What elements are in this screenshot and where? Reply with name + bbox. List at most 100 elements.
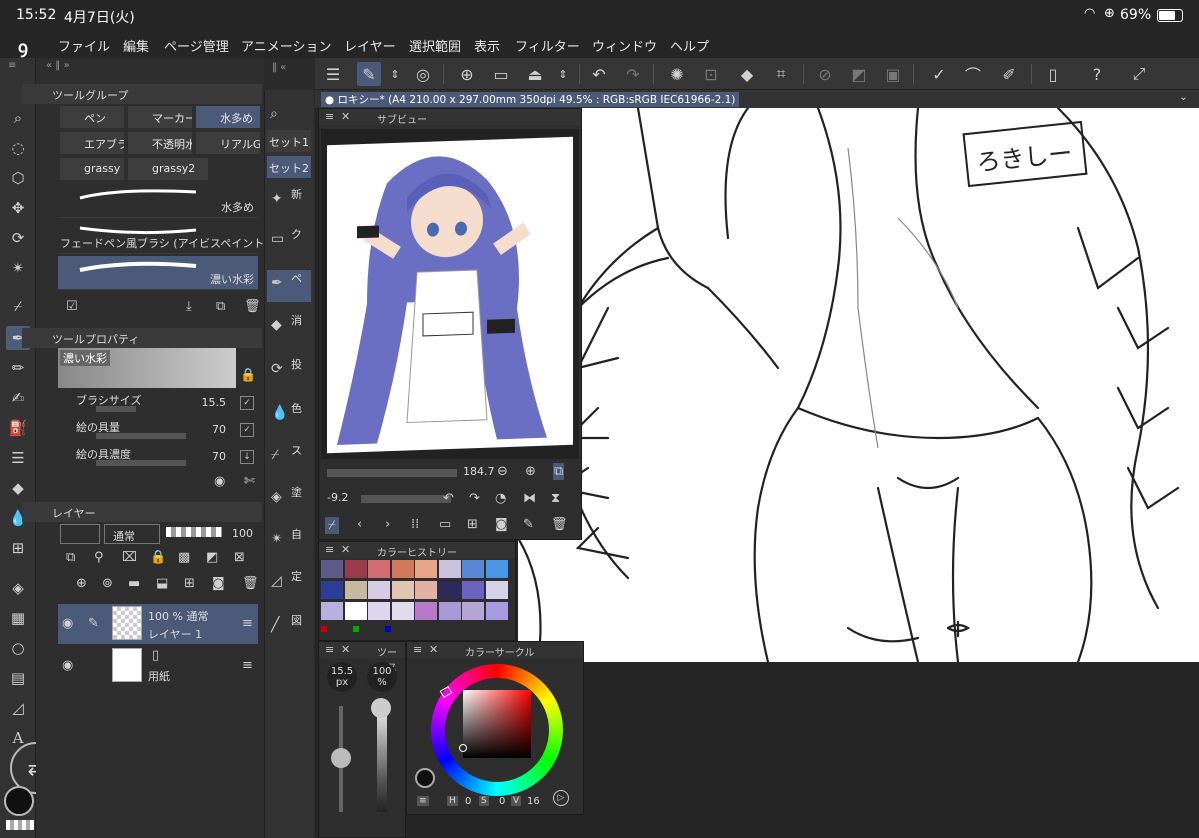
color-swatch[interactable] — [344, 581, 367, 599]
menu-file[interactable]: ファイル — [58, 36, 110, 55]
layer-mode-icon[interactable] — [60, 524, 100, 544]
color-swatch[interactable] — [368, 560, 390, 578]
spin-icon[interactable]: ⇕ — [383, 62, 407, 86]
brush-icon[interactable]: ⌒ — [961, 62, 985, 86]
close-icon[interactable]: ✕ — [341, 643, 350, 656]
fit-icon[interactable]: ⧉ — [553, 463, 565, 480]
color-swatch[interactable] — [391, 581, 414, 599]
clip-icon[interactable]: ⧉ — [66, 550, 75, 565]
redo-icon[interactable]: ↷ — [621, 62, 645, 86]
quick-item[interactable]: ▭ ク — [267, 226, 311, 258]
eraser-tool-icon[interactable]: ◆ — [6, 476, 30, 500]
prop-slider[interactable] — [96, 406, 136, 412]
color-swatch[interactable] — [485, 602, 508, 620]
color-swatch[interactable] — [485, 581, 508, 599]
color-swatch[interactable] — [438, 602, 461, 620]
rotate-left-icon[interactable]: ↶ — [443, 491, 454, 506]
brush-item[interactable]: フェードペン風ブラシ (アイビスペイント — [58, 220, 264, 254]
menu-layer[interactable]: レイヤー — [344, 36, 396, 55]
new-layer-icon[interactable]: ⊕ — [76, 576, 87, 591]
app-logo-icon[interactable]: ꝯ — [18, 35, 28, 58]
check-icon[interactable]: ↓ — [240, 450, 254, 464]
color-swatch[interactable] — [391, 560, 414, 578]
rotate-tool-icon[interactable]: ◌ — [6, 136, 30, 160]
drag-handle-icon[interactable]: ≡ — [242, 616, 253, 631]
transform-icon[interactable]: ⊡ — [699, 62, 723, 86]
mask-off-icon[interactable]: ⊠ — [234, 550, 245, 565]
opacity-value[interactable]: 100 — [232, 527, 253, 540]
subtool-marker[interactable]: マーカー — [128, 106, 192, 128]
menu-view[interactable]: 表示 — [474, 36, 500, 55]
device-icon[interactable]: ▯ — [1041, 62, 1065, 86]
quick-eyedropper[interactable]: ⌿ ス — [267, 442, 311, 474]
ref-icon[interactable]: ⚲ — [94, 550, 104, 565]
zoom-in-icon[interactable]: ⊕ — [525, 464, 536, 479]
layer-row-selected[interactable]: ◉ ✎ 100 % 通常 レイヤー 1 ≡ — [58, 604, 258, 644]
chevron-down-icon[interactable]: ⌄ — [1179, 91, 1188, 103]
opacity-slider-track[interactable] — [377, 706, 387, 812]
prop-value[interactable]: 70 — [196, 423, 226, 436]
color-swatch[interactable] — [321, 602, 343, 620]
collapse-icon[interactable]: ‖ « — [272, 62, 286, 73]
opacity-slider[interactable] — [166, 527, 222, 537]
figure-tool-icon[interactable]: ○ — [6, 636, 30, 660]
new-canvas-icon[interactable]: ✎ — [357, 62, 381, 86]
close-icon[interactable]: ✕ — [341, 543, 350, 556]
mode-icon[interactable]: ≡ — [417, 796, 429, 806]
color-swatch[interactable] — [415, 602, 437, 620]
add-image-icon[interactable]: ⊞ — [467, 517, 478, 532]
reference-image[interactable] — [327, 136, 573, 454]
prop-slider[interactable] — [96, 460, 186, 466]
check-icon[interactable]: ✓ — [240, 396, 254, 410]
color-swatch[interactable] — [344, 602, 367, 620]
menu-filter[interactable]: フィルター — [515, 36, 580, 55]
check-icon[interactable]: ☑ — [66, 299, 78, 314]
lasso-tool-icon[interactable]: ⟳ — [6, 226, 30, 250]
eye-icon[interactable]: ◉ — [62, 658, 73, 673]
new-folder-icon[interactable]: ▬ — [128, 576, 140, 591]
quick-figure[interactable]: ╱ 図 — [267, 612, 311, 644]
fullscreen-icon[interactable]: ⤢ — [1127, 62, 1151, 86]
ruler-tool-icon[interactable]: ◿ — [6, 696, 30, 720]
grid-icon[interactable]: ⁞⁞ — [411, 517, 419, 532]
clear-icon[interactable]: ⊘ — [813, 62, 837, 86]
flip-h-icon[interactable]: ⧓ — [523, 491, 536, 506]
quick-new[interactable]: ✦ 新 — [267, 186, 311, 218]
draft-icon[interactable]: ⌧ — [122, 550, 137, 565]
subtool-grassy2[interactable]: grassy2 — [128, 158, 208, 180]
alpha-lock-icon[interactable]: ▩ — [178, 550, 190, 565]
set-tab[interactable]: セット1 — [267, 130, 311, 152]
settings-icon[interactable]: ◉ — [214, 474, 225, 489]
main-color-swatch[interactable] — [4, 786, 34, 816]
rotate-right-icon[interactable]: ↷ — [469, 491, 480, 506]
color-swatch[interactable] — [321, 560, 343, 578]
ruler-icon[interactable]: ✓ — [927, 62, 951, 86]
subtool-realg[interactable]: リアルG — [196, 132, 260, 154]
color-swatch[interactable] — [438, 560, 461, 578]
menu-selection[interactable]: 選択範囲 — [409, 36, 461, 55]
layer-row[interactable]: ◉ ▯ 用紙 ≡ — [58, 646, 258, 686]
subtool-watery[interactable]: 水多め — [196, 106, 260, 128]
menu-help[interactable]: ヘルプ — [670, 36, 709, 55]
rotation-slider[interactable] — [361, 495, 451, 503]
color-swatch[interactable] — [368, 581, 390, 599]
zoom-value[interactable]: 184.7 — [463, 465, 495, 478]
menu-animation[interactable]: アニメーション — [241, 36, 331, 55]
lock-icon[interactable]: 🔒 — [240, 368, 256, 383]
mask-icon[interactable]: ◩ — [206, 550, 218, 565]
menu-edit[interactable]: 編集 — [123, 36, 149, 55]
invert-icon[interactable]: ◩ — [847, 62, 871, 86]
gradient-tool-icon[interactable]: ▦ — [6, 606, 30, 630]
transfer-icon[interactable]: ⬓ — [156, 576, 168, 591]
save-icon[interactable]: ⏏ — [523, 62, 547, 86]
color-swatch[interactable] — [438, 581, 461, 599]
loading-icon[interactable]: ✺ — [665, 62, 689, 86]
prop-value[interactable]: 70 — [196, 450, 226, 463]
color-swatch[interactable] — [462, 602, 484, 620]
menu-page[interactable]: ページ管理 — [164, 36, 229, 55]
merge-icon[interactable]: ⊞ — [184, 576, 195, 591]
grip-icon[interactable]: ≡ — [325, 543, 334, 556]
help-icon[interactable]: ? — [1085, 62, 1109, 86]
quick-auto[interactable]: ✴ 自 — [267, 526, 311, 558]
move-tool-icon[interactable]: ✥ — [6, 196, 30, 220]
